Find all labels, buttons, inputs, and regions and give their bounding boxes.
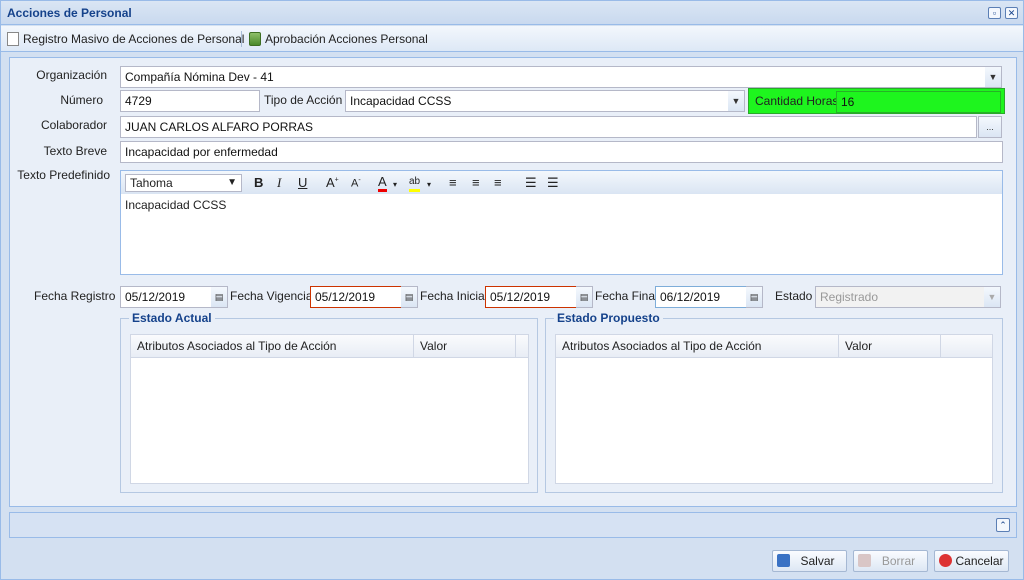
shrink-font-icon[interactable]: A- — [351, 177, 361, 190]
highlight-color-icon[interactable]: ab — [409, 175, 421, 192]
texto-predefinido-editor[interactable]: Incapacidad CCSS — [120, 194, 1003, 275]
align-center-icon[interactable]: ≡ — [472, 175, 480, 190]
approval-label: Aprobación Acciones Personal — [265, 32, 428, 46]
window-title: Acciones de Personal — [7, 6, 132, 20]
close-icon[interactable]: ✕ — [1005, 7, 1018, 19]
estado-actual-grid-header: Atributos Asociados al Tipo de Acción Va… — [131, 335, 528, 358]
colaborador-lookup-button[interactable]: ... — [978, 116, 1002, 138]
chevron-down-icon: ▼ — [984, 286, 1001, 308]
fecha-inicial-label: Fecha Inicial — [420, 289, 488, 303]
delete-label: Borrar — [881, 554, 916, 568]
unordered-list-icon[interactable]: ☰ — [547, 175, 559, 191]
cantidad-horas-box: Cantidad Horas 16 — [748, 88, 1005, 114]
fecha-inicial-field[interactable]: 05/12/2019 — [485, 286, 577, 308]
colaborador-label: Colaborador — [40, 118, 107, 132]
estado-propuesto-legend: Estado Propuesto — [554, 311, 663, 325]
colaborador-field[interactable]: JUAN CARLOS ALFARO PORRAS — [120, 116, 977, 138]
delete-icon — [858, 554, 871, 567]
fecha-registro-field[interactable]: 05/12/2019 — [120, 286, 212, 308]
italic-icon[interactable]: I — [277, 175, 281, 191]
tipo-accion-select[interactable]: Incapacidad CCSS — [345, 90, 729, 112]
cancel-label: Cancelar — [955, 554, 1004, 568]
expand-up-icon[interactable]: ⌃ — [996, 518, 1010, 532]
save-icon — [777, 554, 790, 567]
document-icon — [7, 32, 19, 46]
chevron-down-icon[interactable]: ▾ — [427, 180, 431, 189]
save-label: Salvar — [800, 554, 835, 568]
collapsible-footer-bar: ⌃ — [9, 512, 1017, 538]
chevron-down-icon[interactable]: ▾ — [393, 180, 397, 189]
underline-icon[interactable]: U — [298, 175, 307, 190]
column-header-valor[interactable]: Valor — [839, 335, 941, 358]
save-button[interactable]: Salvar — [772, 550, 847, 572]
estado-actual-fieldset: Estado Actual Atributos Asociados al Tip… — [120, 311, 538, 493]
acciones-personal-window: Acciones de Personal ▫ ✕ Registro Masivo… — [0, 0, 1024, 580]
chevron-down-icon[interactable]: ▼ — [728, 90, 745, 112]
bulk-register-label: Registro Masivo de Acciones de Personal — [23, 32, 245, 46]
fecha-vigencia-field[interactable]: 05/12/2019 — [310, 286, 402, 308]
window-titlebar: Acciones de Personal ▫ ✕ — [1, 1, 1023, 25]
texto-predefinido-label: Texto Predefinido — [17, 168, 110, 182]
fecha-final-label: Fecha Final — [595, 289, 658, 303]
calendar-icon[interactable]: ▤ — [211, 286, 228, 308]
estado-label: Estado — [775, 289, 813, 303]
bulk-register-button[interactable]: Registro Masivo de Acciones de Personal — [7, 32, 244, 46]
column-header-valor[interactable]: Valor — [414, 335, 516, 358]
fecha-final-field[interactable]: 06/12/2019 — [655, 286, 747, 308]
font-family-value: Tahoma — [130, 176, 173, 190]
fecha-registro-label: Fecha Registro — [34, 289, 116, 303]
cancel-button[interactable]: Cancelar — [934, 550, 1009, 572]
main-toolbar: Registro Masivo de Acciones de Personal … — [1, 26, 1023, 52]
numero-field[interactable]: 4729 — [120, 90, 260, 112]
cancel-icon — [939, 554, 952, 567]
organizacion-select[interactable]: Compañía Nómina Dev - 41 — [120, 66, 986, 88]
texto-breve-label: Texto Breve — [43, 144, 107, 158]
calendar-icon[interactable]: ▤ — [746, 286, 763, 308]
approval-icon — [249, 32, 261, 46]
cantidad-horas-field[interactable]: 16 — [836, 91, 1001, 113]
chevron-down-icon[interactable]: ▼ — [985, 66, 1002, 88]
calendar-icon[interactable]: ▤ — [576, 286, 593, 308]
delete-button: Borrar — [853, 550, 928, 572]
approval-button[interactable]: Aprobación Acciones Personal — [249, 32, 428, 46]
chevron-down-icon: ▼ — [227, 177, 237, 188]
estado-actual-legend: Estado Actual — [129, 311, 215, 325]
estado-propuesto-grid-header: Atributos Asociados al Tipo de Acción Va… — [556, 335, 992, 358]
cantidad-horas-label: Cantidad Horas — [755, 94, 839, 108]
editor-toolbar: Tahoma ▼ B I U A+ A- A ▾ ab ▾ ≡ ≡ ≡ ☰ ☰ — [120, 170, 1003, 195]
restore-icon[interactable]: ▫ — [988, 7, 1001, 19]
calendar-icon[interactable]: ▤ — [401, 286, 418, 308]
numero-label: Número — [60, 93, 103, 107]
form-panel: Organización Compañía Nómina Dev - 41 ▼ … — [9, 57, 1017, 507]
fecha-vigencia-label: Fecha Vigencia — [230, 289, 313, 303]
font-family-select[interactable]: Tahoma ▼ — [125, 174, 242, 192]
grow-font-icon[interactable]: A+ — [326, 175, 339, 190]
tipo-accion-label: Tipo de Acción — [264, 93, 343, 107]
font-color-icon[interactable]: A — [378, 175, 387, 192]
ordered-list-icon[interactable]: ☰ — [525, 175, 537, 191]
organizacion-label: Organización — [36, 68, 107, 82]
texto-breve-field[interactable]: Incapacidad por enfermedad — [120, 141, 1003, 163]
estado-propuesto-grid: Atributos Asociados al Tipo de Acción Va… — [555, 334, 993, 484]
estado-propuesto-fieldset: Estado Propuesto Atributos Asociados al … — [545, 311, 1003, 493]
bold-icon[interactable]: B — [254, 175, 263, 190]
estado-select: Registrado — [815, 286, 985, 308]
column-header-atributos[interactable]: Atributos Asociados al Tipo de Acción — [556, 335, 839, 358]
column-header-atributos[interactable]: Atributos Asociados al Tipo de Acción — [131, 335, 414, 358]
align-left-icon[interactable]: ≡ — [449, 175, 457, 190]
align-right-icon[interactable]: ≡ — [494, 175, 502, 190]
toolbar-separator — [241, 31, 242, 47]
estado-actual-grid: Atributos Asociados al Tipo de Acción Va… — [130, 334, 529, 484]
